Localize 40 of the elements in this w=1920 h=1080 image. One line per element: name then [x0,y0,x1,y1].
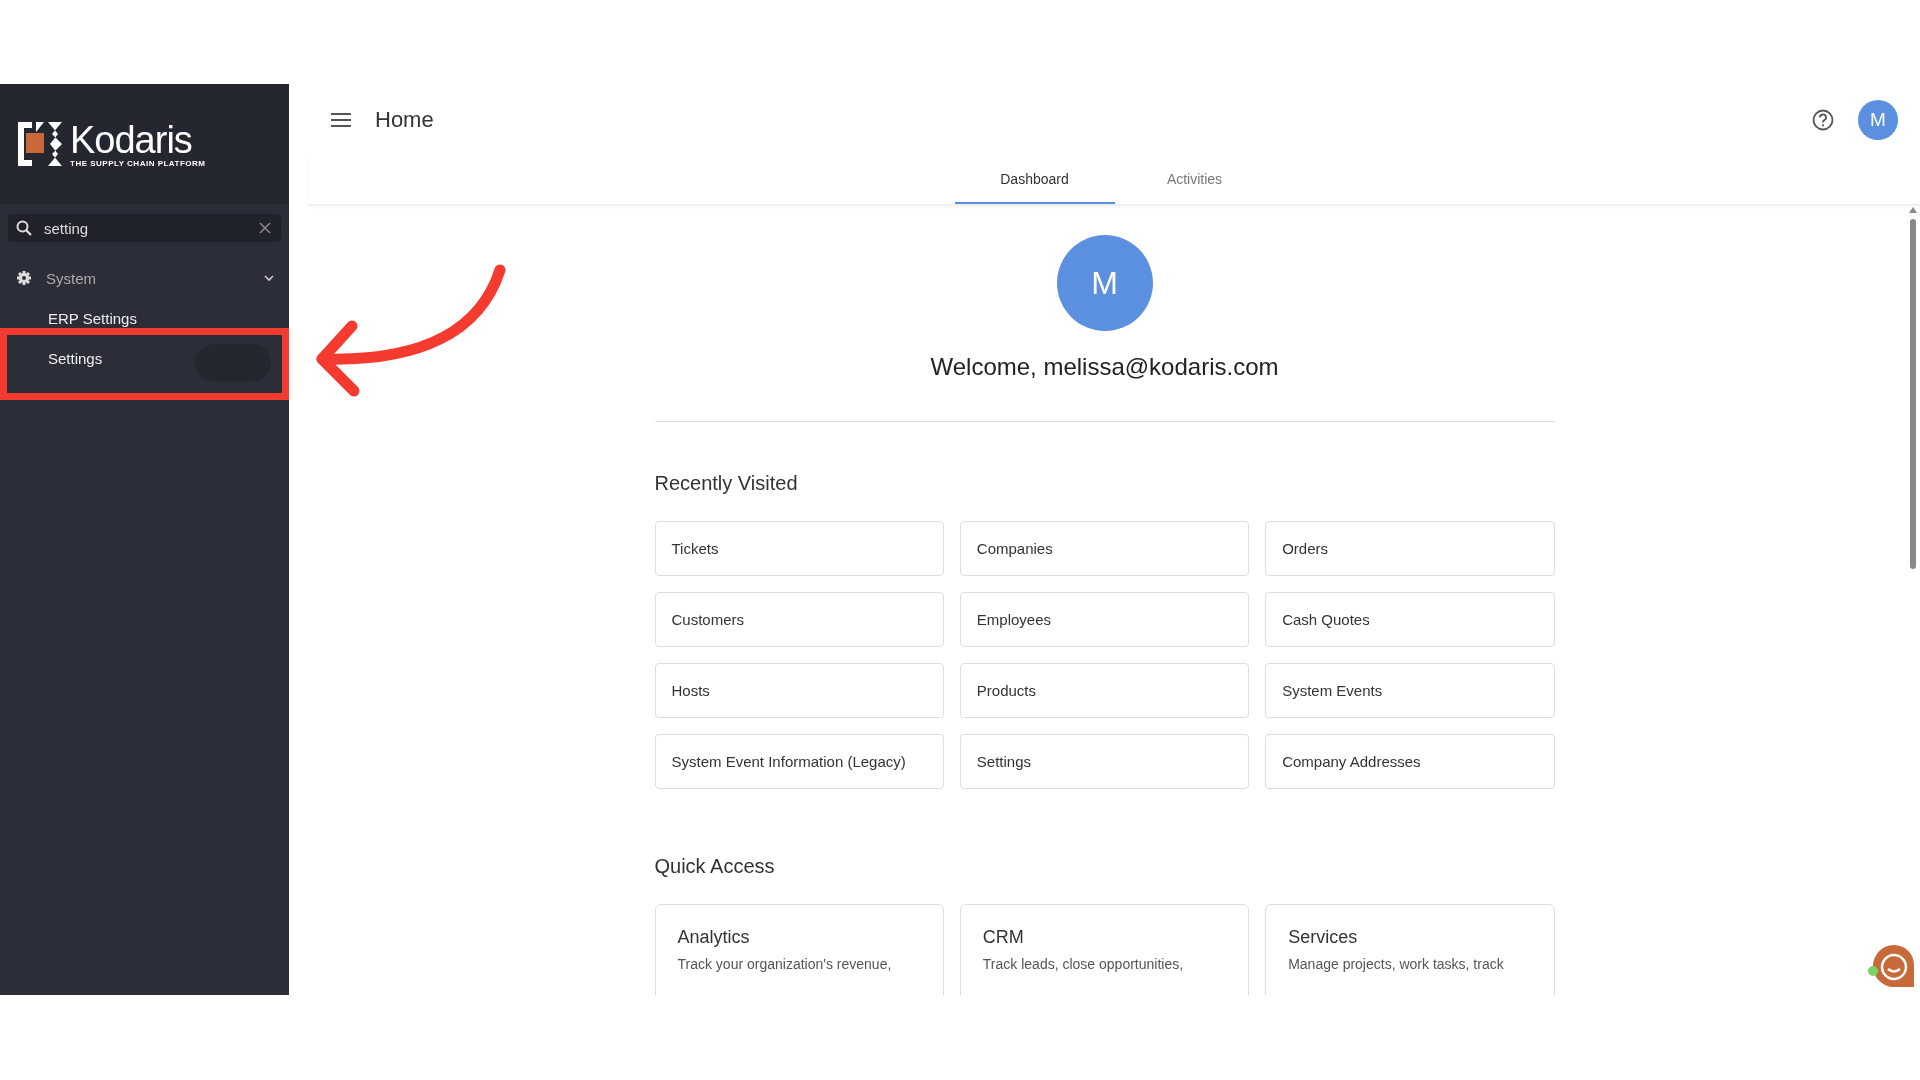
logo-icon [18,122,62,166]
shortcut-link[interactable]: Tickets [654,521,944,576]
card-title: Analytics [677,927,751,948]
shortcut-link[interactable]: Hosts [654,663,944,718]
shortcut-link[interactable]: Products [959,663,1250,718]
help-icon[interactable] [1812,109,1834,131]
section-title: Recently Visited [654,472,799,495]
scrollbar[interactable] [1910,219,1916,569]
shortcut-link[interactable]: Companies [959,521,1250,576]
card-description: Track your organization's revenue, [677,956,893,972]
search-field[interactable]: setting [8,214,281,242]
tab[interactable]: Activities [1114,156,1275,204]
card-description: Track leads, close opportunities, [982,956,1185,972]
app-card[interactable]: Analytics Track your organization's revenue, [654,904,944,995]
app-card[interactable]: CRM Track leads, close opportunities, [959,904,1250,995]
welcome-text: Welcome, melissa@kodaris.com [929,353,1280,381]
profile-avatar: M [1056,235,1153,331]
shortcut-link[interactable]: Employees [959,592,1250,647]
shortcut-link[interactable]: Company Addresses [1265,734,1555,789]
logo-name: Kodaris [70,120,193,159]
app-card[interactable]: Services Manage projects, work tasks, track [1265,904,1555,995]
gear-icon [16,270,32,286]
clear-icon[interactable] [259,222,271,234]
scroll-up-icon[interactable] [1909,207,1917,213]
page-title: Home [375,107,435,133]
shortcut-link[interactable]: Orders [1265,521,1555,576]
tab[interactable]: Dashboard [954,156,1115,204]
shortcut-link[interactable]: System Event Information (Legacy) [654,734,944,789]
shortcut-link[interactable]: System Events [1265,663,1555,718]
logo-tagline: THE SUPPLY CHAIN PLATFORM [70,158,206,168]
menu-group[interactable]: System [0,258,289,298]
card-description: Manage projects, work tasks, track [1288,956,1505,972]
section-title: Quick Access [654,855,776,878]
menu-icon[interactable] [331,113,351,127]
shortcut-link[interactable]: Customers [654,592,944,647]
shortcut-link[interactable]: Settings [959,734,1250,789]
shortcut-link[interactable]: Cash Quotes [1265,592,1555,647]
menu-item[interactable]: ERP Settings [0,298,289,338]
card-title: CRM [982,927,1025,948]
card-title: Services [1288,927,1359,948]
